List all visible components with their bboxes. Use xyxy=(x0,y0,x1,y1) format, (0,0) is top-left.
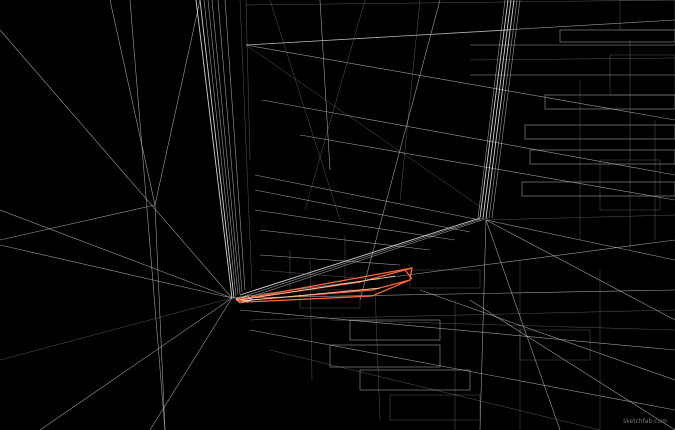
floor-stairs-wireframe xyxy=(231,174,675,430)
watermark-text: sketchfab.com xyxy=(623,418,667,425)
corner-pillar-wireframe xyxy=(195,0,253,299)
room-envelope-wireframe xyxy=(0,0,233,430)
3d-wireframe-viewport[interactable]: sketchfab.com xyxy=(0,0,675,430)
wireframe-scene[interactable] xyxy=(0,0,675,430)
